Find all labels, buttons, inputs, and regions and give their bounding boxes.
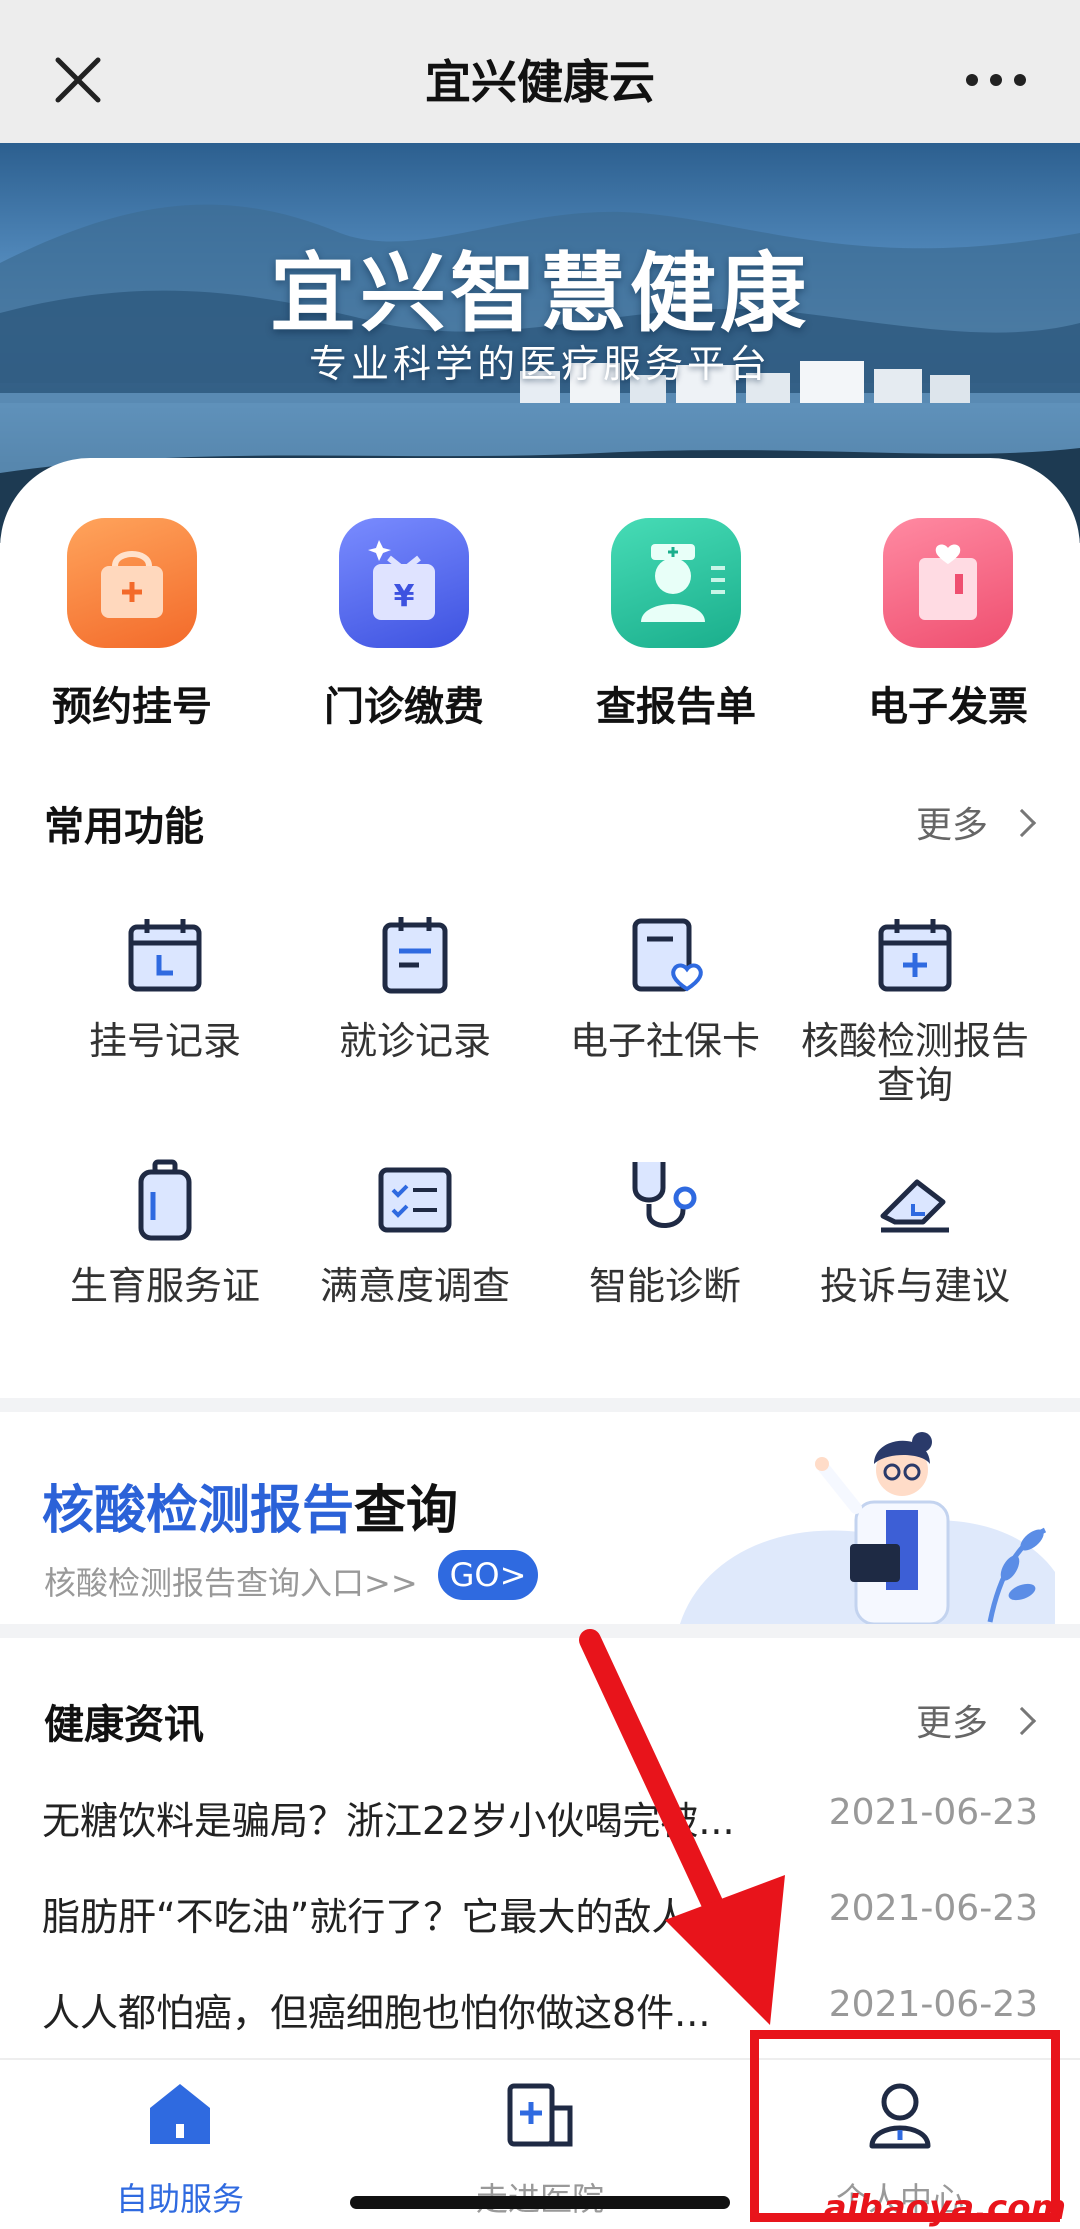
card-heart-icon	[632, 918, 703, 992]
grid-label: 挂号记录	[88, 1019, 241, 1063]
news-more-label: 更多	[915, 1703, 988, 1744]
quick-actions: 预约挂号 ¥ 门诊缴费 查报告单 电子发票	[0, 518, 1080, 730]
quick-appointment[interactable]: 预约挂号	[12, 518, 252, 732]
quick-invoice[interactable]: 电子发票	[828, 518, 1068, 732]
health-news-title: 健康资讯	[44, 1702, 204, 1748]
invoice-box-icon	[883, 518, 1013, 648]
doctor-report-icon	[611, 518, 741, 648]
news-date: 2021-06-23	[828, 1984, 1038, 2025]
checklist-icon	[378, 1167, 452, 1233]
quick-invoice-label: 电子发票	[868, 684, 1028, 730]
doctor-illustration	[680, 1432, 1055, 1624]
quick-report-label: 查报告单	[596, 684, 756, 730]
tab-self-service[interactable]: 自助服务	[30, 2078, 330, 2220]
common-more-link[interactable]: 更多	[915, 796, 1037, 848]
payment-gift-icon: ¥	[339, 518, 469, 648]
home-icon	[150, 2084, 210, 2144]
promo-title: 核酸检测报告查询	[42, 1481, 459, 1541]
chevron-right-icon	[1007, 808, 1037, 838]
services-card: 预约挂号 ¥ 门诊缴费 查报告单 电子发票 常用功能 更多 挂号记录 就诊记录 …	[0, 458, 1080, 1388]
news-more-link[interactable]: 更多	[915, 1694, 1037, 1746]
grid-label: 就诊记录	[338, 1019, 491, 1063]
banner-title: 宜兴智慧健康	[270, 244, 810, 344]
hospital-icon	[507, 2083, 573, 2147]
grid-label: 投诉与建议	[819, 1264, 1010, 1308]
grid-label: 核酸检测报告 查询	[800, 1019, 1029, 1107]
grid-label: 满意度调查	[319, 1264, 510, 1308]
calendar-plus-icon	[878, 919, 952, 992]
calendar-l-icon	[128, 919, 202, 992]
news-item[interactable]: 脂肪肝“不吃油”就行了？它最大的敌人... 2021-06-23	[42, 1886, 1042, 1946]
section-divider	[0, 1398, 1080, 1412]
grid-label: 电子社保卡	[569, 1019, 760, 1063]
section-divider	[0, 1624, 1080, 1638]
appointment-bag-icon	[67, 518, 197, 648]
watermark-text: aibaoya.com	[823, 2188, 1066, 2228]
grid-fertility-cert[interactable]: 生育服务证	[40, 1158, 290, 1308]
news-date: 2021-06-23	[828, 1792, 1038, 1833]
grid-smart-diagnosis[interactable]: 智能诊断	[540, 1158, 790, 1308]
stethoscope-icon	[632, 1162, 697, 1228]
banner-subtitle: 专业科学的医疗服务平台	[308, 342, 771, 386]
quick-payment[interactable]: ¥ 门诊缴费	[284, 518, 524, 732]
home-indicator[interactable]	[350, 2196, 730, 2209]
tab-label: 自助服务	[115, 2180, 244, 2218]
bottle-icon	[138, 1159, 192, 1241]
svg-text:¥: ¥	[394, 579, 415, 614]
common-functions-title: 常用功能	[44, 804, 204, 850]
grid-registration-record[interactable]: 挂号记录	[40, 913, 290, 1063]
quick-appointment-label: 预约挂号	[52, 684, 212, 730]
quick-report[interactable]: 查报告单	[556, 518, 796, 732]
grid-social-card[interactable]: 电子社保卡	[540, 913, 790, 1063]
nucleic-promo-banner[interactable]: 核酸检测报告查询 核酸检测报告查询入口>> GO>	[0, 1412, 1080, 1624]
page-title: 宜兴健康云	[425, 55, 655, 109]
more-options-icon[interactable]	[960, 60, 1032, 100]
common-more-label: 更多	[915, 805, 988, 846]
quick-payment-label: 门诊缴费	[324, 684, 484, 730]
chevron-right-icon	[1007, 1706, 1037, 1736]
calendar-note-icon	[382, 917, 448, 994]
news-date: 2021-06-23	[828, 1888, 1038, 1929]
grid-visit-record[interactable]: 就诊记录	[290, 913, 540, 1063]
grid-label: 生育服务证	[69, 1264, 260, 1308]
grid-label: 智能诊断	[588, 1264, 741, 1308]
go-button[interactable]: GO>	[438, 1550, 538, 1600]
red-arrow-annotation	[579, 1629, 785, 2025]
grid-complaints[interactable]: 投诉与建议	[790, 1158, 1040, 1308]
promo-subtitle: 核酸检测报告查询入口>>	[44, 1564, 418, 1602]
news-item[interactable]: 无糖饮料是骗局？浙江22岁小伙喝完被... 2021-06-23	[42, 1790, 1042, 1850]
eraser-icon	[880, 1179, 949, 1233]
grid-satisfaction-survey[interactable]: 满意度调查	[290, 1158, 540, 1308]
grid-nucleic-report[interactable]: 核酸检测报告 查询	[790, 913, 1040, 1107]
top-bar: 宜兴健康云	[0, 0, 1080, 143]
